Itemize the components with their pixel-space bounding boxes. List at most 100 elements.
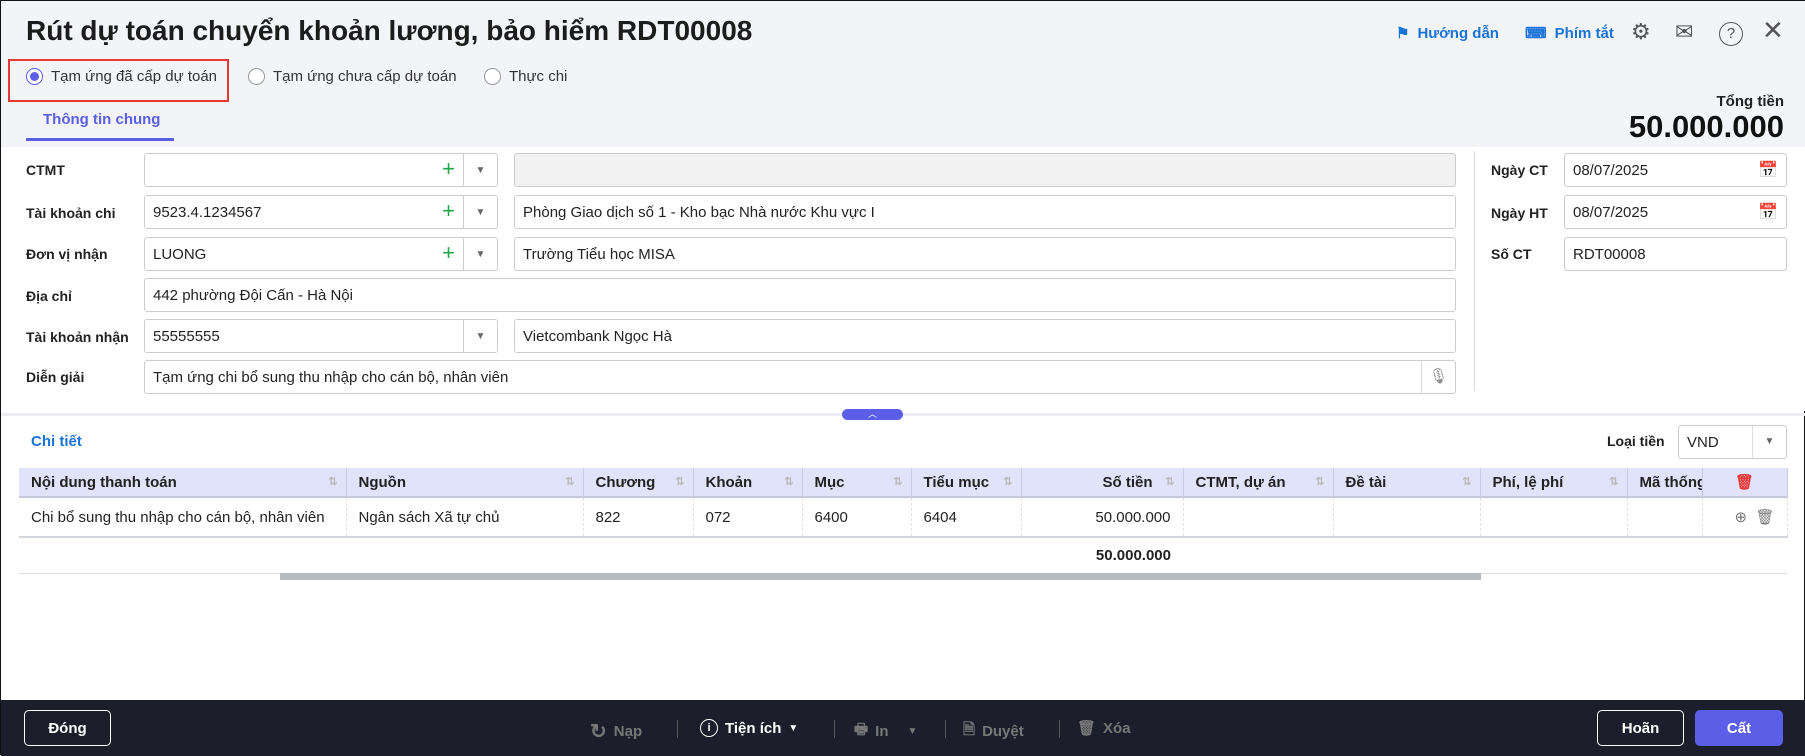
- close-button[interactable]: Đóng: [24, 710, 111, 746]
- account-name: Phòng Giao dịch số 1 - Kho bạc Nhà nước …: [523, 203, 875, 221]
- caret-down-icon: ▼: [788, 722, 799, 734]
- tab-general-info[interactable]: Thông tin chung: [43, 111, 160, 128]
- page-title: Rút dự toán chuyển khoản lương, bảo hiểm…: [26, 15, 753, 46]
- cell-stat-code[interactable]: [1627, 497, 1703, 538]
- address-input[interactable]: 442 phường Đội Cấn - Hà Nội: [144, 278, 1456, 312]
- plus-icon[interactable]: +: [442, 198, 455, 224]
- delete-all-icon[interactable]: 🗑: [1702, 468, 1788, 498]
- col-header[interactable]: Chương ⇅: [583, 468, 694, 498]
- col-header[interactable]: Mục ⇅: [802, 468, 912, 498]
- reload-button[interactable]: ↻ Nạp: [590, 719, 642, 744]
- col-header[interactable]: Đề tài ⇅: [1333, 468, 1481, 498]
- desc-input[interactable]: Tạm ứng chi bổ sung thu nhập cho cán bộ,…: [144, 360, 1456, 394]
- sort-icon: ⇅: [1165, 476, 1175, 488]
- horizontal-scrollbar[interactable]: [280, 573, 1481, 580]
- shortcuts-link[interactable]: ⌨ Phím tắt: [1525, 24, 1614, 43]
- utilities-button[interactable]: i Tiện ích ▼: [700, 719, 798, 737]
- col-header[interactable]: Phí, lệ phí ⇅: [1480, 468, 1628, 498]
- total-value: 50.000.000: [1628, 109, 1784, 144]
- unit-label: Đơn vị nhận: [26, 246, 108, 262]
- print-button[interactable]: 🖶 In ▼: [854, 719, 917, 744]
- add-row-icon[interactable]: ⊕: [1735, 509, 1748, 526]
- unit-input[interactable]: LUONG +: [144, 237, 464, 271]
- chevron-down-icon[interactable]: ▼: [1752, 426, 1786, 458]
- recv-account-value: 55555555: [153, 327, 220, 345]
- save-button[interactable]: Cất: [1695, 710, 1783, 746]
- no-ct-input[interactable]: RDT00008: [1564, 237, 1787, 271]
- currency-value: VND: [1687, 433, 1719, 451]
- currency-select[interactable]: VND ▼: [1678, 425, 1787, 459]
- cell-content[interactable]: Chi bổ sung thu nhập cho cán bộ, nhân vi…: [19, 497, 347, 538]
- cell-source[interactable]: Ngân sách Xã tự chủ: [346, 497, 584, 538]
- cell-topic[interactable]: [1333, 497, 1481, 538]
- desc-label: Diễn giải: [26, 369, 85, 385]
- trash-icon[interactable]: 🗑: [1755, 509, 1774, 526]
- total-amount: 50.000.000: [1021, 537, 1183, 574]
- ctmt-name-field: [514, 153, 1456, 187]
- gear-icon[interactable]: ⚙: [1631, 19, 1651, 45]
- radio-icon: [484, 68, 501, 85]
- col-header[interactable]: Số tiền ⇅: [1021, 468, 1184, 498]
- close-icon[interactable]: ✕: [1762, 15, 1784, 46]
- date-ct-input[interactable]: 08/07/2025 📅: [1564, 153, 1787, 187]
- recv-bank-name: Vietcombank Ngọc Hà: [523, 327, 672, 345]
- address-label: Địa chỉ: [26, 288, 72, 304]
- guide-link[interactable]: ⚑ Hướng dẫn: [1396, 24, 1499, 43]
- currency-label: Loại tiền: [1607, 433, 1665, 449]
- collapse-button[interactable]: ︿: [842, 409, 903, 420]
- ctmt-input[interactable]: +: [144, 153, 464, 187]
- mode-radio-advance-allocated[interactable]: Tạm ứng đã cấp dự toán: [26, 68, 217, 85]
- radio-label: Tạm ứng chưa cấp dự toán: [273, 68, 457, 85]
- guide-label: Hướng dẫn: [1417, 24, 1499, 42]
- postpone-button[interactable]: Hoãn: [1597, 710, 1684, 746]
- table-row[interactable]: Chi bổ sung thu nhập cho cán bộ, nhân vi…: [19, 497, 1788, 538]
- date-ht-input[interactable]: 08/07/2025 📅: [1564, 195, 1787, 229]
- unit-value: LUONG: [153, 245, 207, 263]
- cell-ctmt[interactable]: [1183, 497, 1334, 538]
- col-header[interactable]: Nguồn ⇅: [346, 468, 584, 498]
- cell-amount[interactable]: 50.000.000: [1021, 497, 1184, 538]
- no-ct-label: Số CT: [1491, 246, 1532, 262]
- sort-icon: ⇅: [893, 476, 903, 488]
- recv-account-input[interactable]: 55555555: [144, 319, 464, 353]
- col-header[interactable]: Khoản ⇅: [693, 468, 803, 498]
- approve-button[interactable]: 🗎 Duyệt: [963, 719, 1024, 744]
- help-icon[interactable]: ?: [1719, 22, 1743, 46]
- radio-icon: [248, 68, 265, 85]
- ctmt-label: CTMT: [26, 162, 65, 178]
- unit-name-field[interactable]: Trường Tiểu học MISA: [514, 237, 1456, 271]
- col-header[interactable]: Tiểu mục ⇅: [911, 468, 1022, 498]
- calendar-icon[interactable]: 📅: [1758, 160, 1778, 180]
- col-header[interactable]: Mã thống: [1627, 468, 1703, 498]
- ctmt-dropdown[interactable]: ▼: [464, 153, 498, 187]
- sort-icon: ⇅: [1609, 476, 1619, 488]
- cell-section[interactable]: 072: [693, 497, 803, 538]
- cell-item[interactable]: 6400: [802, 497, 912, 538]
- cell-fee[interactable]: [1480, 497, 1628, 538]
- printer-icon: 🖶: [854, 721, 869, 738]
- mode-radio-advance-unallocated[interactable]: Tạm ứng chưa cấp dự toán: [248, 68, 457, 85]
- total-row: 50.000.000: [19, 537, 1787, 574]
- sort-icon: ⇅: [1315, 476, 1325, 488]
- divider: [677, 720, 678, 738]
- account-dropdown[interactable]: ▼: [464, 195, 498, 229]
- col-header[interactable]: Nội dung thanh toán ⇅: [19, 468, 347, 498]
- plus-icon[interactable]: +: [442, 240, 455, 266]
- microphone-icon[interactable]: 🎙: [1421, 361, 1455, 393]
- account-input[interactable]: 9523.4.1234567 +: [144, 195, 464, 229]
- delete-button[interactable]: 🗑 Xóa: [1077, 719, 1131, 738]
- calendar-icon[interactable]: 📅: [1758, 202, 1778, 222]
- cell-chapter[interactable]: 822: [583, 497, 694, 538]
- cell-subitem[interactable]: 6404: [911, 497, 1022, 538]
- account-name-field[interactable]: Phòng Giao dịch số 1 - Kho bạc Nhà nước …: [514, 195, 1456, 229]
- sort-icon: ⇅: [565, 476, 575, 488]
- col-header[interactable]: CTMT, dự án ⇅: [1183, 468, 1334, 498]
- sort-icon: ⇅: [1003, 476, 1013, 488]
- recv-account-dropdown[interactable]: ▼: [464, 319, 498, 353]
- recv-bank-field[interactable]: Vietcombank Ngọc Hà: [514, 319, 1456, 353]
- plus-icon[interactable]: +: [442, 156, 455, 182]
- detail-title: Chi tiết: [31, 433, 82, 450]
- mode-radio-actual[interactable]: Thực chi: [484, 68, 567, 85]
- unit-dropdown[interactable]: ▼: [464, 237, 498, 271]
- mail-forward-icon[interactable]: ✉: [1675, 19, 1693, 45]
